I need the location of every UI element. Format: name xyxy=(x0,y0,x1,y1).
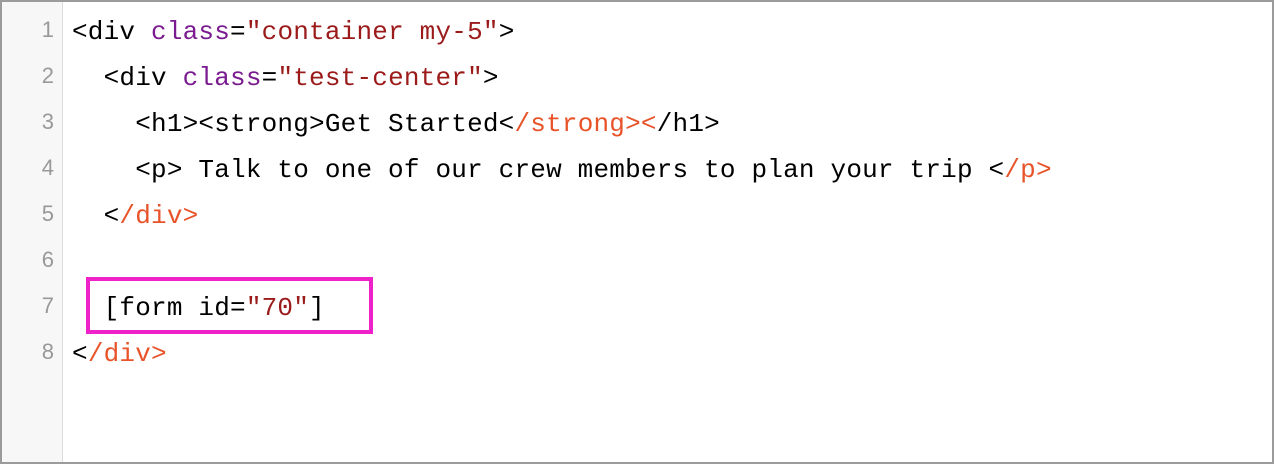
code-line[interactable]: 3 <h1><strong>Get Started</strong></h1> xyxy=(2,103,1272,149)
code-line[interactable]: 4 <p> Talk to one of our crew members to… xyxy=(2,149,1272,195)
code-token: = xyxy=(261,63,278,93)
code-text: <h1><strong>Get Started</strong></h1> xyxy=(72,107,720,141)
line-number: 7 xyxy=(41,293,54,318)
code-text: <p> Talk to one of our crew members to p… xyxy=(72,153,1052,187)
code-token: = xyxy=(230,17,246,47)
code-token: < xyxy=(72,201,120,231)
code-token: <h1><strong>Get Started< xyxy=(72,109,515,139)
code-editor[interactable]: 1 <div class="container my-5"> 2 <div clas… xyxy=(0,0,1274,464)
code-line[interactable]: 8 </div> xyxy=(2,333,1272,379)
code-text: <div class="test-center"> xyxy=(72,61,499,95)
line-number: 3 xyxy=(41,109,54,134)
code-text: </div> xyxy=(72,199,199,233)
code-text: </div> xyxy=(72,337,167,371)
code-token: <p> Talk to one of our crew members to p… xyxy=(72,155,1005,185)
code-token: class xyxy=(151,17,231,47)
line-number: 6 xyxy=(41,247,54,272)
code-line[interactable]: 1 <div class="container my-5"> xyxy=(2,11,1272,57)
code-token: < xyxy=(640,109,657,139)
code-token: /strong> xyxy=(514,109,641,139)
code-text: <div class="container my-5"> xyxy=(72,15,515,49)
code-line[interactable]: 2 <div class="test-center"> xyxy=(2,57,1272,103)
code-line[interactable]: 5 </div> xyxy=(2,195,1272,241)
code-token: /h1> xyxy=(656,109,720,139)
line-number: 1 xyxy=(41,17,54,42)
code-token: > xyxy=(482,63,499,93)
code-token: /div> xyxy=(87,339,167,369)
code-token: <div xyxy=(72,63,183,93)
code-token: "container my-5" xyxy=(245,17,499,47)
code-token: /div> xyxy=(119,201,199,231)
code-token: "test-center" xyxy=(277,63,483,93)
code-token: > xyxy=(498,17,515,47)
highlight-box xyxy=(86,277,373,334)
code-token: class xyxy=(182,63,262,93)
code-area[interactable]: 1 <div class="container my-5"> 2 <div clas… xyxy=(2,2,1272,462)
line-number: 5 xyxy=(41,201,54,226)
code-token: < xyxy=(72,339,88,369)
line-number: 8 xyxy=(41,339,54,364)
line-number: 4 xyxy=(41,155,54,180)
line-number: 2 xyxy=(41,63,54,88)
code-token: <div xyxy=(72,17,152,47)
code-token: /p> xyxy=(1004,155,1052,185)
